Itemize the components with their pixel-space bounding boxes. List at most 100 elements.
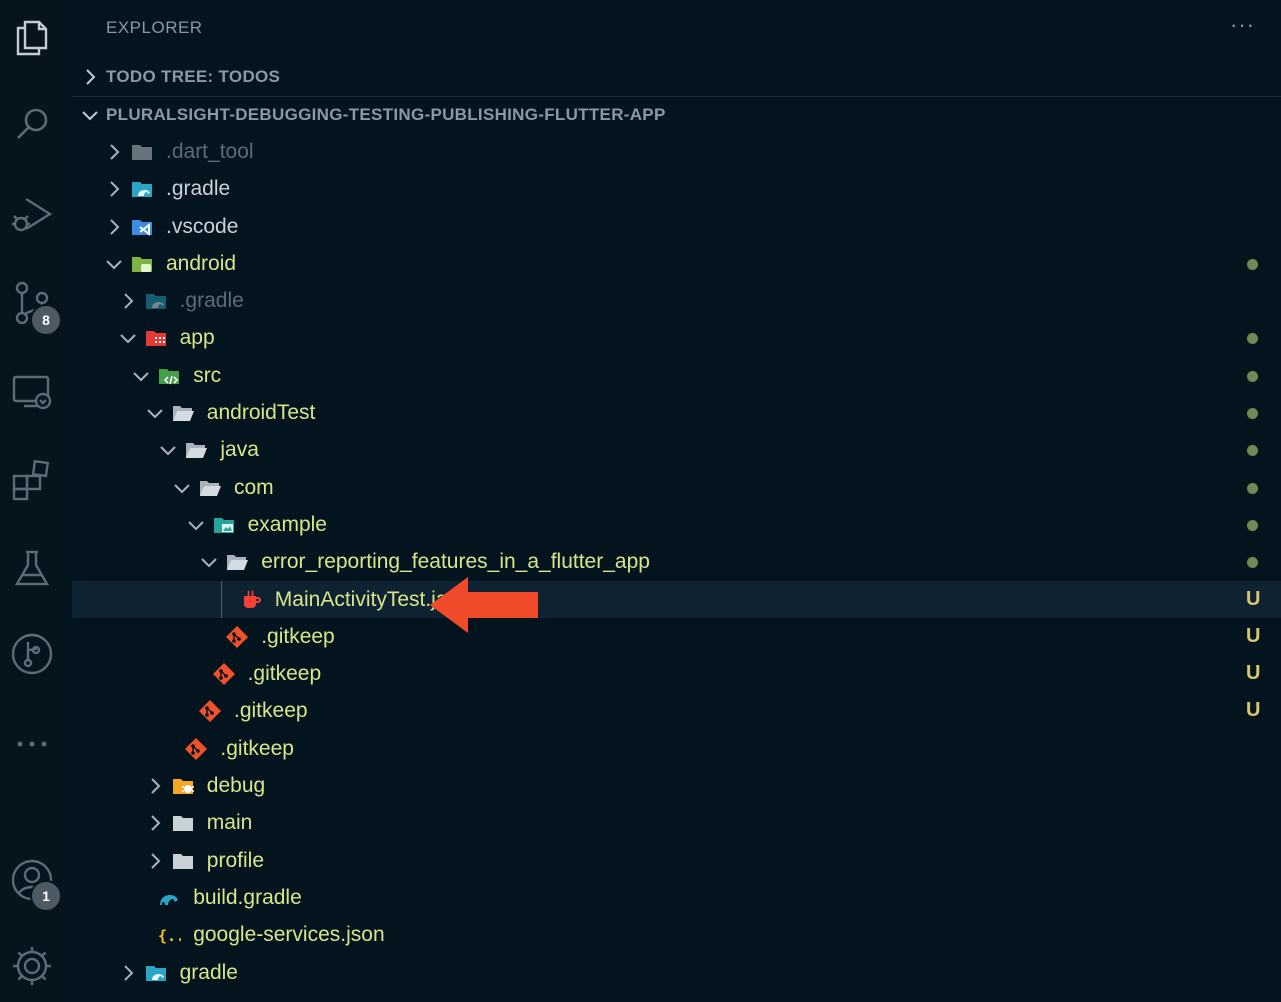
run-debug-icon[interactable] [8,190,56,238]
folder-open-icon [186,443,208,459]
gradle-file-icon [160,894,179,905]
tree-item-gitkeep[interactable]: .gitkeep U [72,692,1281,729]
tree-item-android[interactable]: android [72,245,1281,282]
tree-item-label: androidTest [206,401,316,425]
git-file-icon [212,663,235,686]
more-views-icon[interactable] [8,720,56,768]
tree-item-label: src [193,363,222,387]
tree-item-example[interactable]: example [72,506,1281,543]
search-icon[interactable] [8,100,56,148]
tree-item-label: .vscode [166,214,239,238]
file-tree: .dart_tool .gradle .vscode android .gradle ap… [72,133,1281,991]
chevron-down-icon[interactable] [131,366,151,386]
chevron-right-icon[interactable] [104,142,124,162]
chevron-down-icon[interactable] [186,515,206,535]
modified-status-dot [1247,408,1258,420]
folder-open-icon [172,406,194,422]
gradle-folder-icon [132,182,152,198]
git-graph-icon[interactable] [8,630,56,678]
tree-item-java[interactable]: java [72,431,1281,468]
debug-folder-icon [172,779,194,795]
tree-item-gitkeep[interactable]: .gitkeep U [72,655,1281,692]
tree-item-label: .gradle [179,289,244,313]
chevron-down-icon[interactable] [145,403,165,423]
tree-item-google-services-json[interactable]: {..} google-services.json [72,916,1281,953]
chevron-right-icon[interactable] [145,776,165,796]
chevron-down-icon [82,111,98,121]
workspace-section-header[interactable]: PLURALSIGHT-DEBUGGING-TESTING-PUBLISHING… [72,97,1281,133]
chevron-right-icon[interactable] [104,217,124,237]
untracked-status-badge: U [1246,624,1261,647]
chevron-down-icon[interactable] [199,552,219,572]
tree-item-mainactivitytest-java[interactable]: MainActivityTest.java U [72,580,1281,618]
untracked-status-badge: U [1246,662,1261,685]
testing-icon[interactable] [8,544,56,592]
tree-item-app[interactable]: app [72,319,1281,356]
modified-status-dot [1247,557,1258,569]
folder-open-icon [200,480,221,496]
tree-item-label: .dart_tool [166,140,254,163]
folder-gray-icon [172,853,193,869]
modified-status-dot [1247,445,1258,457]
chevron-down-icon[interactable] [172,478,192,498]
tree-item-label: error_reporting_features_in_a_flutter_ap… [261,550,650,574]
workspace-section-label: PLURALSIGHT-DEBUGGING-TESTING-PUBLISHING… [106,105,666,124]
gradle-folder-icon [145,965,166,981]
source-control-badge: 8 [30,304,62,336]
tree-item-label: debug [206,774,266,798]
tree-item-gradle[interactable]: .gradle [72,170,1281,207]
settings-gear-icon[interactable] [8,942,56,990]
svg-text:{..}: {..} [158,927,181,945]
explorer-icon[interactable] [8,14,56,62]
tree-item-label: build.gradle [193,885,302,909]
explorer-sidebar: EXPLORER ··· TODO TREE: TODOS PLURALSIGH… [72,0,1281,1002]
more-actions-button[interactable]: ··· [1230,12,1255,38]
todo-tree-section-header[interactable]: TODO TREE: TODOS [72,59,1281,95]
extensions-icon[interactable] [8,456,56,504]
chevron-right-icon[interactable] [118,963,138,983]
todo-tree-section-label: TODO TREE: TODOS [106,67,281,86]
remote-explorer-icon[interactable] [8,368,56,416]
tree-item-gradle[interactable]: .gradle [72,282,1281,319]
chevron-right-icon[interactable] [118,291,138,311]
tree-item-androidtest[interactable]: androidTest [72,394,1281,431]
chevron-right-icon[interactable] [145,813,165,833]
chevron-right-icon[interactable] [104,179,124,199]
tree-item-label: .gitkeep [247,662,322,686]
tree-item-src[interactable]: src [72,357,1281,394]
gradle-folder-icon [145,294,166,310]
tree-item-profile[interactable]: profile [72,842,1281,879]
tree-item-label: .gitkeep [234,699,308,723]
chevron-down-icon[interactable] [118,328,138,348]
untracked-status-badge: U [1246,699,1261,722]
tree-item-label: app [179,326,215,350]
app-folder-icon [145,331,166,347]
activity-bar: 8 1 [0,0,64,1002]
tree-item-label: main [206,811,253,835]
tree-item-vscode[interactable]: .vscode [72,208,1281,245]
android-folder-icon [132,256,152,272]
modified-status-dot [1247,482,1258,494]
chevron-down-icon[interactable] [104,254,124,274]
tree-item-debug[interactable]: debug [72,767,1281,804]
chevron-down-icon[interactable] [158,440,178,460]
tree-item-gradle[interactable]: gradle [72,954,1281,991]
folder-open-icon [227,555,249,571]
tree-item-build-gradle[interactable]: build.gradle [72,879,1281,916]
tree-item-main[interactable]: main [72,804,1281,841]
chevron-right-icon[interactable] [145,851,165,871]
tree-item-gitkeep[interactable]: .gitkeep [72,730,1281,767]
folder-gray-icon [172,816,193,832]
explorer-title: EXPLORER [106,18,203,37]
tree-item-dart-tool[interactable]: .dart_tool [72,133,1281,170]
modified-status-dot [1247,519,1258,531]
git-file-icon [226,625,249,648]
tree-item-label: example [247,512,327,536]
git-file-icon [185,737,208,760]
tree-item-error-reporting-features-in-a-flutter-app[interactable]: error_reporting_features_in_a_flutter_ap… [72,543,1281,580]
chevron-right-icon [86,69,96,85]
json-file-icon: {..} [158,927,181,945]
tree-item-com[interactable]: com [72,469,1281,506]
tree-item-gitkeep[interactable]: .gitkeep U [72,618,1281,655]
tree-item-label: .gitkeep [220,736,294,760]
